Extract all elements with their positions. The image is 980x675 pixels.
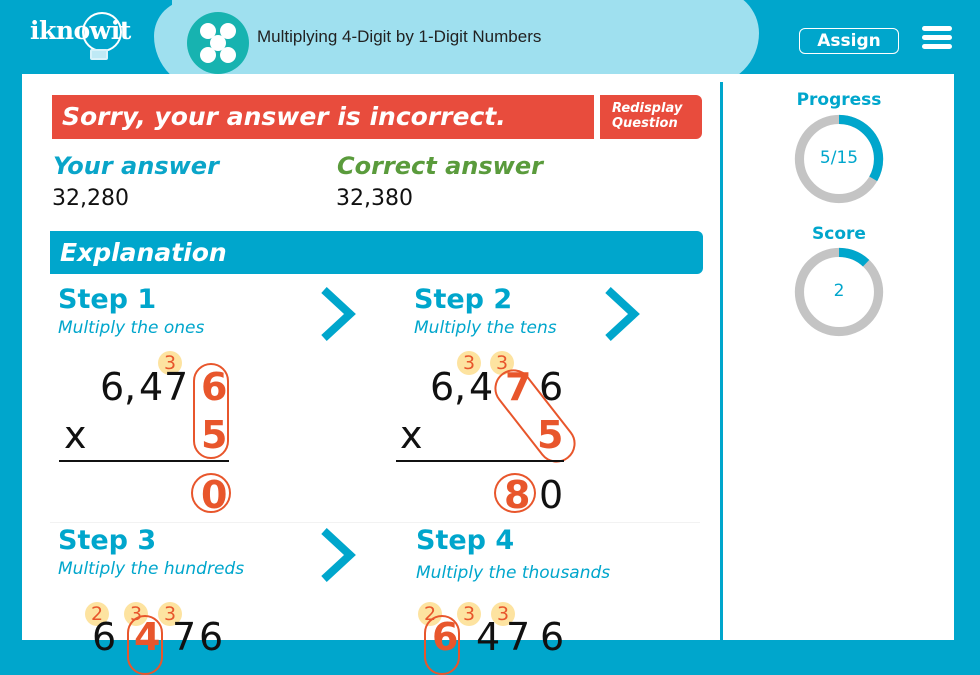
sum-line — [59, 460, 229, 462]
chevron-right-icon — [605, 287, 640, 341]
redisplay-label: Redisplay — [612, 101, 683, 116]
chevron-right-icon — [321, 287, 356, 341]
top-comma: , — [124, 365, 137, 409]
step-title: Step 4 — [416, 525, 515, 556]
sum-line — [396, 460, 564, 462]
progress-label: Progress — [796, 90, 882, 110]
chevron-right-icon — [321, 528, 356, 582]
progress-value: 5/15 — [819, 148, 859, 168]
step-separator — [50, 522, 700, 523]
lightbulb-icon — [82, 12, 122, 52]
top-digit: 6 — [540, 615, 565, 659]
sidebar-divider — [720, 82, 723, 640]
score-label: Score — [812, 224, 866, 244]
hamburger-menu-icon[interactable] — [922, 26, 952, 50]
step-subtitle: Multiply the tens — [414, 318, 557, 338]
highlight-ring — [127, 615, 163, 675]
top-digit: 6 — [199, 615, 224, 659]
result-ring — [191, 473, 231, 513]
redisplay-question-button[interactable]: Redisplay Question — [600, 95, 702, 139]
question-label: Question — [612, 116, 678, 131]
top-digit: 7 — [172, 615, 197, 659]
your-answer-label: Your answer — [53, 152, 219, 180]
step-title: Step 2 — [414, 284, 513, 315]
times-sign: x — [64, 413, 87, 457]
top-digit: 7 — [164, 365, 189, 409]
top-digit: 6 — [100, 365, 125, 409]
top-digit: 7 — [506, 615, 531, 659]
score-value: 2 — [833, 281, 845, 301]
step-subtitle: Multiply the thousands — [416, 563, 611, 583]
dice-five-icon — [187, 12, 249, 74]
top-digit: 4 — [469, 365, 494, 409]
top-digit: 6 — [430, 365, 455, 409]
top-digit: 4 — [139, 365, 164, 409]
assign-button[interactable]: Assign — [799, 28, 899, 54]
result-digit: 0 — [539, 473, 564, 517]
correct-answer-label: Correct answer — [337, 152, 543, 180]
highlight-ring — [424, 615, 460, 675]
step-subtitle: Multiply the hundreds — [58, 559, 245, 579]
top-comma: , — [454, 365, 467, 409]
incorrect-banner: Sorry, your answer is incorrect. — [52, 95, 594, 139]
top-digit: 6 — [92, 615, 117, 659]
times-sign: x — [400, 413, 423, 457]
highlight-ring — [193, 363, 229, 459]
explanation-header: Explanation — [50, 231, 703, 274]
correct-answer-value: 32,380 — [336, 186, 413, 211]
result-ring — [494, 473, 536, 513]
topic-title: Multiplying 4-Digit by 1-Digit Numbers — [257, 27, 542, 46]
top-digit: 4 — [476, 615, 501, 659]
lightbulb-base-icon — [90, 49, 108, 60]
step-title: Step 1 — [58, 284, 157, 315]
step-subtitle: Multiply the ones — [58, 318, 205, 338]
step-title: Step 3 — [58, 525, 157, 556]
your-answer-value: 32,280 — [52, 186, 129, 211]
